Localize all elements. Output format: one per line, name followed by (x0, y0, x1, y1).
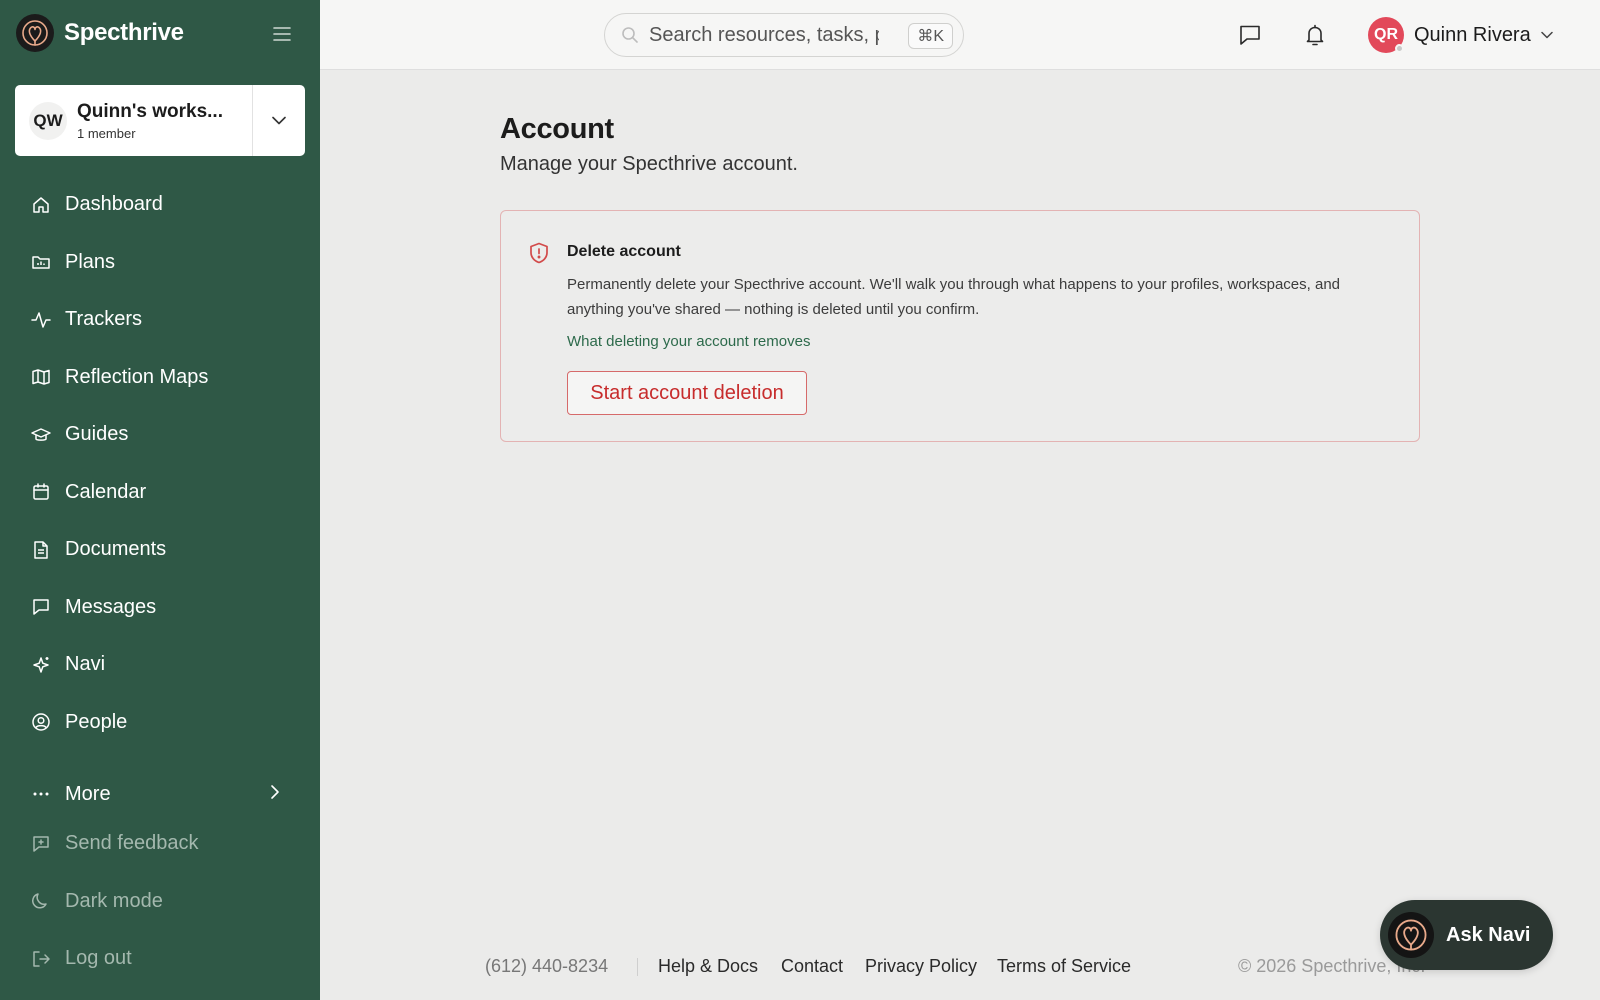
avatar: QR (1368, 17, 1404, 53)
sidebar-item-label: Messages (65, 595, 157, 618)
document-icon (31, 540, 51, 560)
brand-name: Specthrive (64, 19, 184, 46)
messages-button[interactable] (1237, 22, 1263, 48)
sidebar: Specthrive QW Quinn's works... 1 member … (0, 0, 320, 1000)
sidebar-item-label: People (65, 710, 128, 733)
delete-info-link[interactable]: What deleting your account removes (567, 333, 810, 350)
sidebar-item-calendar[interactable]: Calendar (0, 464, 320, 522)
ask-navi-label: Ask Navi (1446, 923, 1531, 946)
dark-mode-toggle[interactable]: Dark mode (0, 873, 320, 931)
menu-toggle-icon[interactable] (270, 22, 294, 46)
page-title: Account (500, 113, 614, 145)
log-out-button[interactable]: Log out (0, 930, 320, 988)
activity-icon (31, 310, 51, 330)
folder-chart-icon (31, 252, 51, 272)
chevron-down-icon (1540, 31, 1553, 39)
sidebar-item-people[interactable]: People (0, 694, 320, 752)
sidebar-item-label: Guides (65, 423, 129, 446)
navi-logo-icon (1388, 912, 1434, 958)
sidebar-item-label: Reflection Maps (65, 365, 209, 388)
sidebar-item-label: Documents (65, 538, 167, 561)
sidebar-item-documents[interactable]: Documents (0, 521, 320, 579)
avatar-initials: QR (1374, 26, 1398, 43)
search-input[interactable] (649, 23, 879, 47)
bell-icon (1306, 24, 1324, 46)
sidebar-item-plans[interactable]: Plans (0, 234, 320, 292)
card-title: Delete account (567, 243, 681, 260)
footer: (612) 440-8234 Help & Docs Contact Priva… (485, 954, 1445, 980)
send-feedback-label: Send feedback (65, 832, 199, 855)
dark-mode-label: Dark mode (65, 889, 163, 912)
user-menu[interactable]: QR Quinn Rivera (1368, 17, 1553, 53)
sidebar-bottom: Send feedback Dark mode Log out (0, 815, 320, 988)
person-circle-icon (31, 712, 51, 732)
log-out-label: Log out (65, 947, 132, 970)
shield-alert-icon (527, 241, 551, 265)
more-dots-icon (31, 784, 51, 804)
workspace-switcher[interactable]: QW Quinn's works... 1 member (15, 85, 305, 156)
calendar-icon (31, 482, 51, 502)
search-shortcut-badge: ⌘K (908, 23, 953, 49)
sidebar-item-dashboard[interactable]: Dashboard (0, 176, 320, 234)
delete-account-card: Delete account Permanently delete your S… (500, 210, 1420, 442)
sidebar-nav: Dashboard Plans Trackers Reflection Maps… (0, 176, 320, 751)
sidebar-item-label: Dashboard (65, 193, 163, 216)
sidebar-item-guides[interactable]: Guides (0, 406, 320, 464)
card-description: Permanently delete your Specthrive accou… (567, 276, 1341, 318)
message-icon (31, 597, 51, 617)
map-icon (31, 367, 51, 387)
sidebar-item-trackers[interactable]: Trackers (0, 291, 320, 349)
sidebar-item-label: Calendar (65, 480, 147, 503)
footer-link-help[interactable]: Help & Docs (658, 956, 758, 977)
chevron-down-icon (272, 116, 286, 125)
notifications-button[interactable] (1302, 22, 1328, 48)
sidebar-item-label: Plans (65, 250, 116, 273)
sidebar-item-label: Trackers (65, 308, 143, 331)
sidebar-item-reflection-maps[interactable]: Reflection Maps (0, 349, 320, 407)
specthrive-logo-icon (16, 14, 54, 52)
workspace-avatar: QW (29, 101, 67, 140)
chat-icon (1240, 25, 1260, 45)
send-feedback-button[interactable]: Send feedback (0, 815, 320, 873)
footer-link-terms[interactable]: Terms of Service (997, 956, 1131, 977)
brand[interactable]: Specthrive (16, 14, 184, 52)
user-name: Quinn Rivera (1414, 23, 1531, 46)
feedback-icon (31, 834, 51, 854)
workspace-members: 1 member (77, 125, 136, 141)
chevron-right-icon (270, 784, 280, 800)
presence-indicator (1395, 44, 1404, 53)
home-icon (31, 195, 51, 215)
workspace-info[interactable]: QW Quinn's works... 1 member (15, 85, 253, 156)
footer-divider (637, 958, 638, 976)
workspace-dropdown-button[interactable] (253, 85, 305, 156)
start-account-deletion-button[interactable]: Start account deletion (567, 371, 807, 415)
moon-icon (31, 891, 51, 911)
sidebar-more-label: More (65, 782, 111, 805)
sparkle-icon (31, 655, 51, 675)
footer-link-privacy[interactable]: Privacy Policy (865, 956, 977, 977)
page-subtitle: Manage your Specthrive account. (500, 153, 798, 175)
ask-navi-button[interactable]: Ask Navi (1380, 900, 1553, 970)
footer-phone: (612) 440-8234 (485, 956, 609, 976)
sidebar-more[interactable]: More (0, 766, 320, 822)
search-icon (621, 26, 639, 44)
footer-link-contact[interactable]: Contact (781, 956, 843, 977)
search-box[interactable]: ⌘K (604, 13, 964, 57)
graduation-cap-icon (31, 425, 51, 445)
workspace-name: Quinn's works... (77, 100, 223, 122)
sidebar-item-navi[interactable]: Navi (0, 636, 320, 694)
sidebar-item-messages[interactable]: Messages (0, 579, 320, 637)
top-bar: ⌘K QR Quinn Rivera (320, 0, 1600, 70)
logout-icon (31, 949, 51, 969)
sidebar-item-label: Navi (65, 653, 106, 676)
